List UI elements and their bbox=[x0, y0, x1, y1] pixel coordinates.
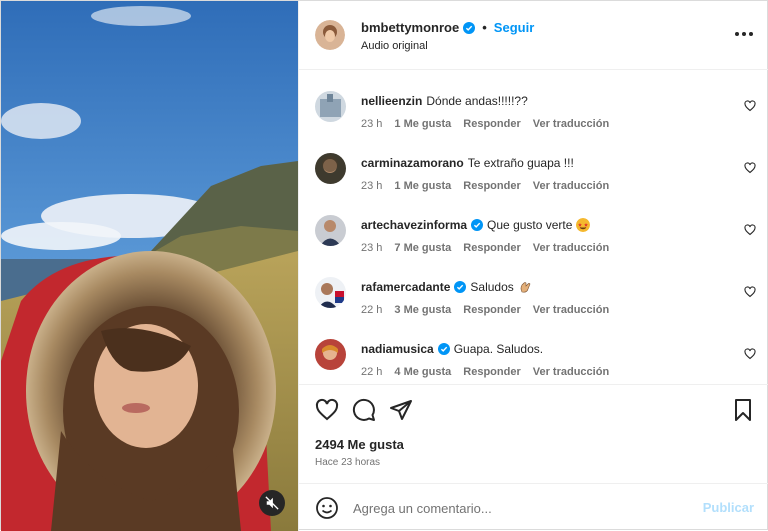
comment-item: nellieenzin Dónde andas!!!!!?? 23 h 1 Me… bbox=[299, 71, 768, 133]
comment-item: carminazamorano Te extraño guapa !!! 23 … bbox=[299, 133, 768, 195]
mute-button[interactable] bbox=[259, 490, 285, 516]
post-time[interactable]: Hace 23 horas bbox=[315, 457, 380, 468]
comment-body: Que gusto verte bbox=[487, 218, 573, 232]
share-icon[interactable] bbox=[389, 398, 413, 422]
verified-icon bbox=[471, 219, 484, 231]
comment-input[interactable] bbox=[353, 492, 693, 524]
comment-meta: 23 h 7 Me gusta Responder Ver traducción bbox=[361, 242, 621, 254]
comment-item: nadiamusica Guapa. Saludos. 22 h 4 Me gu… bbox=[299, 319, 768, 381]
post-actions-bar bbox=[299, 384, 768, 434]
bookmark-icon[interactable] bbox=[731, 398, 755, 422]
translate-button[interactable]: Ver traducción bbox=[533, 366, 609, 378]
comment-username[interactable]: carminazamorano bbox=[361, 156, 464, 170]
comment-username[interactable]: artechavezinforma bbox=[361, 218, 467, 232]
comment-time[interactable]: 23 h bbox=[361, 242, 382, 254]
comment-body: Dónde andas!!!!!?? bbox=[426, 94, 528, 108]
comment-heart-icon[interactable] bbox=[744, 348, 756, 360]
publish-button[interactable]: Publicar bbox=[703, 500, 754, 515]
reply-button[interactable]: Responder bbox=[463, 304, 520, 316]
author-username[interactable]: bmbettymonroe bbox=[361, 20, 459, 35]
post-dialog: bmbettymonroe • Seguir Audio original ne… bbox=[0, 0, 768, 531]
reply-button[interactable]: Responder bbox=[463, 242, 520, 254]
translate-button[interactable]: Ver traducción bbox=[533, 118, 609, 130]
author-avatar[interactable] bbox=[315, 20, 345, 50]
comment-likes[interactable]: 3 Me gusta bbox=[394, 304, 451, 316]
comment-body: Saludos bbox=[470, 280, 514, 294]
comment-text-line: artechavezinforma Que gusto verte bbox=[361, 218, 591, 232]
comment-avatar[interactable] bbox=[315, 277, 346, 308]
comment-heart-icon[interactable] bbox=[744, 162, 756, 174]
likes-count[interactable]: 2494 Me gusta bbox=[315, 437, 404, 452]
comment-meta: 23 h 1 Me gusta Responder Ver traducción bbox=[361, 118, 621, 130]
comment-meta: 23 h 1 Me gusta Responder Ver traducción bbox=[361, 180, 621, 192]
more-options-icon[interactable] bbox=[734, 27, 754, 41]
comment-avatar[interactable] bbox=[315, 91, 346, 122]
comment-heart-icon[interactable] bbox=[744, 224, 756, 236]
star-struck-emoji-icon bbox=[576, 218, 591, 232]
post-media[interactable] bbox=[1, 1, 298, 531]
comment-avatar[interactable] bbox=[315, 215, 346, 246]
translate-button[interactable]: Ver traducción bbox=[533, 242, 609, 254]
emoji-icon[interactable] bbox=[315, 496, 339, 520]
comment-item: artechavezinforma Que gusto verte 23 h 7… bbox=[299, 195, 768, 257]
comment-username[interactable]: nellieenzin bbox=[361, 94, 422, 108]
comment-meta: 22 h 4 Me gusta Responder Ver traducción bbox=[361, 366, 621, 378]
post-header: bmbettymonroe • Seguir Audio original bbox=[299, 1, 768, 70]
translate-button[interactable]: Ver traducción bbox=[533, 180, 609, 192]
comment-item: rafamercadante Saludos 22 h 3 Me gusta R… bbox=[299, 257, 768, 319]
verified-icon bbox=[437, 343, 450, 355]
comment-username[interactable]: nadiamusica bbox=[361, 342, 434, 356]
comment-heart-icon[interactable] bbox=[744, 100, 756, 112]
comment-heart-icon[interactable] bbox=[744, 286, 756, 298]
mute-icon bbox=[265, 496, 279, 510]
comments-list: nellieenzin Dónde andas!!!!!?? 23 h 1 Me… bbox=[299, 71, 768, 383]
comment-text-line: nadiamusica Guapa. Saludos. bbox=[361, 342, 543, 356]
comment-likes[interactable]: 1 Me gusta bbox=[394, 118, 451, 130]
translate-button[interactable]: Ver traducción bbox=[533, 304, 609, 316]
comment-time[interactable]: 22 h bbox=[361, 366, 382, 378]
comment-time[interactable]: 23 h bbox=[361, 118, 382, 130]
comment-text-line: carminazamorano Te extraño guapa !!! bbox=[361, 156, 574, 170]
comment-likes[interactable]: 1 Me gusta bbox=[394, 180, 451, 192]
comment-icon[interactable] bbox=[352, 398, 376, 422]
comment-text-line: nellieenzin Dónde andas!!!!!?? bbox=[361, 94, 528, 108]
comment-avatar[interactable] bbox=[315, 339, 346, 370]
waving-hand-emoji-icon bbox=[520, 282, 531, 293]
comment-time[interactable]: 23 h bbox=[361, 180, 382, 192]
comment-composer: Publicar bbox=[299, 483, 768, 531]
comment-body: Te extraño guapa !!! bbox=[467, 156, 574, 170]
verified-icon bbox=[463, 21, 476, 34]
heart-icon[interactable] bbox=[315, 398, 339, 422]
comment-likes[interactable]: 7 Me gusta bbox=[394, 242, 451, 254]
comment-body: Guapa. Saludos. bbox=[453, 342, 544, 356]
comment-text-line: rafamercadante Saludos bbox=[361, 280, 532, 294]
reply-button[interactable]: Responder bbox=[463, 180, 520, 192]
reply-button[interactable]: Responder bbox=[463, 366, 520, 378]
comment-avatar[interactable] bbox=[315, 153, 346, 184]
verified-icon bbox=[454, 281, 467, 293]
comment-likes[interactable]: 4 Me gusta bbox=[394, 366, 451, 378]
audio-label[interactable]: Audio original bbox=[361, 40, 428, 52]
follow-button[interactable]: Seguir bbox=[494, 20, 534, 35]
comment-username[interactable]: rafamercadante bbox=[361, 280, 450, 294]
separator-dot: • bbox=[482, 20, 487, 35]
comment-meta: 22 h 3 Me gusta Responder Ver traducción bbox=[361, 304, 621, 316]
post-photo bbox=[1, 1, 298, 531]
reply-button[interactable]: Responder bbox=[463, 118, 520, 130]
post-details-panel: bmbettymonroe • Seguir Audio original ne… bbox=[298, 1, 768, 531]
comment-time[interactable]: 22 h bbox=[361, 304, 382, 316]
author-line: bmbettymonroe • Seguir bbox=[361, 20, 534, 35]
